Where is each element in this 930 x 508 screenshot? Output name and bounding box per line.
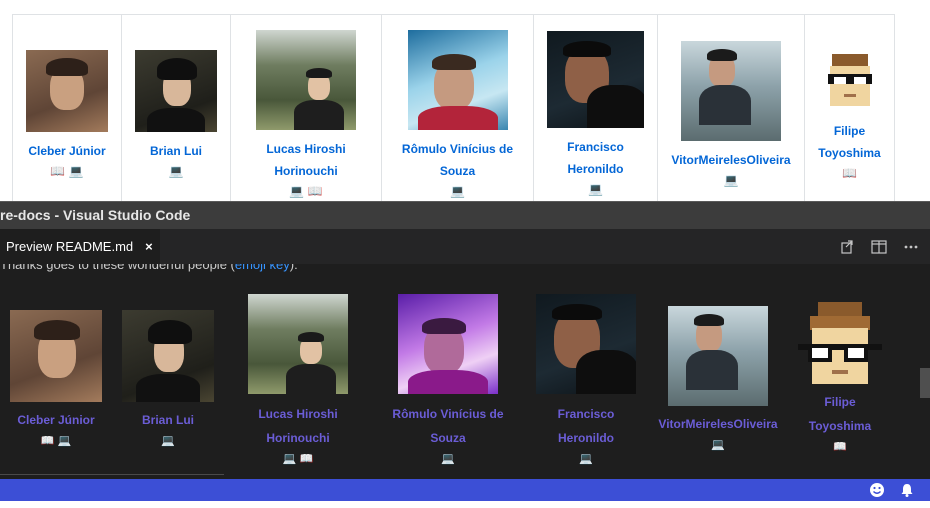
contribution-icons: 💻 <box>161 434 175 447</box>
contributor-avatar[interactable] <box>798 302 882 386</box>
contribution-icons: 💻 📖 <box>282 452 314 465</box>
contributor-avatar[interactable] <box>547 31 644 128</box>
contribution-icons: 💻 <box>441 452 455 465</box>
contribution-icons: 📖 💻 <box>40 434 72 447</box>
contribution-icons: 📖 <box>842 165 857 180</box>
contributor-avatar[interactable] <box>10 310 102 402</box>
markdown-preview[interactable]: Thanks goes to these wonderful people (e… <box>0 264 930 479</box>
contributor-link[interactable]: Lucas Hiroshi Horinouchi <box>238 402 358 450</box>
contributor-link[interactable]: Cleber Júnior <box>28 140 105 162</box>
contributor-link[interactable]: Lucas Hiroshi Horinouchi <box>246 138 366 182</box>
emoji-key-link[interactable]: emoji key <box>235 264 290 272</box>
contributor-cell: Francisco Heronildo 💻 <box>536 294 636 468</box>
tab-bar: Preview README.md × <box>0 229 930 264</box>
desktop-strip <box>0 501 930 508</box>
title-bar[interactable]: re-docs - Visual Studio Code <box>0 201 930 229</box>
contributor-avatar[interactable] <box>817 47 882 112</box>
contributor-cell: VitorMeirelesOliveira 💻 <box>658 15 805 215</box>
contributor-avatar[interactable] <box>122 310 214 402</box>
contributor-cell: Cleber Júnior 📖 💻 <box>13 15 122 215</box>
contributor-link[interactable]: VitorMeirelesOliveira <box>671 149 790 171</box>
scrollbar[interactable] <box>920 368 930 398</box>
contributor-avatar[interactable] <box>407 29 508 130</box>
open-source-icon[interactable] <box>838 238 856 256</box>
contributor-link[interactable]: Rômulo Vinícius de Souza <box>393 138 523 182</box>
bell-icon[interactable] <box>899 482 915 498</box>
contribution-icons: 📖 💻 <box>50 163 84 178</box>
contributor-link[interactable]: Francisco Heronildo <box>546 402 626 450</box>
contributor-link[interactable]: Brian Lui <box>142 408 194 432</box>
contributor-link[interactable]: Cleber Júnior <box>0 408 116 432</box>
contributor-avatar[interactable] <box>248 294 348 394</box>
contributor-avatar[interactable] <box>398 294 498 394</box>
window-title: re-docs - Visual Studio Code <box>0 207 191 223</box>
contributor-cell: Filipe Toyoshima 📖 <box>805 15 895 215</box>
vscode-window: re-docs - Visual Studio Code Preview REA… <box>0 201 930 508</box>
contributor-cell: Rômulo Vinícius de Souza 💻 <box>392 294 504 468</box>
contributor-link[interactable]: Rômulo Vinícius de Souza <box>383 402 513 450</box>
contribution-icons: 💻 <box>711 438 725 451</box>
more-actions-icon[interactable] <box>902 238 920 256</box>
close-icon[interactable]: × <box>145 239 153 254</box>
contributor-cell: Francisco Heronildo 💻 <box>534 15 658 215</box>
split-editor-icon[interactable] <box>870 238 888 256</box>
contributor-cell: Rômulo Vinícius de Souza 💻 <box>382 15 534 215</box>
contributor-cell: Brian Lui 💻 <box>122 15 231 215</box>
contributors-table: Cleber Júnior 📖 💻 Brian Lui 💻 Lucas Hiro… <box>12 14 895 215</box>
contributor-cell: Lucas Hiroshi Horinouchi 💻 📖 <box>248 294 348 468</box>
divider <box>0 474 224 475</box>
contributor-link[interactable]: Filipe Toyoshima <box>815 120 885 164</box>
contributor-avatar[interactable] <box>681 40 781 141</box>
status-bar <box>0 479 930 501</box>
contribution-icons: 💻 <box>579 452 593 465</box>
tab-preview-readme[interactable]: Preview README.md × <box>0 229 160 264</box>
contributor-avatar[interactable] <box>135 49 217 132</box>
contributor-link[interactable]: Filipe Toyoshima <box>805 390 875 438</box>
contribution-icons: 💻 📖 <box>289 183 323 198</box>
contributor-link[interactable]: VitorMeirelesOliveira <box>653 412 783 436</box>
contribution-icons: 📖 <box>833 440 847 453</box>
contributor-cell: Brian Lui 💻 <box>122 310 214 450</box>
contributor-link[interactable]: Brian Lui <box>150 140 202 162</box>
contribution-icons: 💻 <box>168 163 184 178</box>
contribution-icons: 💻 <box>588 182 603 196</box>
contributor-cell: Cleber Júnior 📖 💻 <box>10 310 102 450</box>
contributor-avatar[interactable] <box>536 294 636 394</box>
intro-text: Thanks goes to these wonderful people (e… <box>0 264 298 272</box>
contributor-avatar[interactable] <box>26 49 108 132</box>
contributor-cell: Lucas Hiroshi Horinouchi 💻 📖 <box>231 15 382 215</box>
smiley-icon[interactable] <box>869 482 885 498</box>
contributor-cell: VitorMeirelesOliveira 💻 <box>658 306 778 454</box>
contributor-avatar[interactable] <box>668 306 768 406</box>
contribution-icons: 💻 <box>723 172 739 187</box>
contributor-avatar[interactable] <box>256 29 356 130</box>
tab-label: Preview README.md <box>6 239 134 254</box>
contributor-link[interactable]: Francisco Heronildo <box>556 136 636 180</box>
contributor-cell: Filipe Toyoshima 📖 <box>798 302 882 456</box>
contribution-icons: 💻 <box>450 183 465 198</box>
